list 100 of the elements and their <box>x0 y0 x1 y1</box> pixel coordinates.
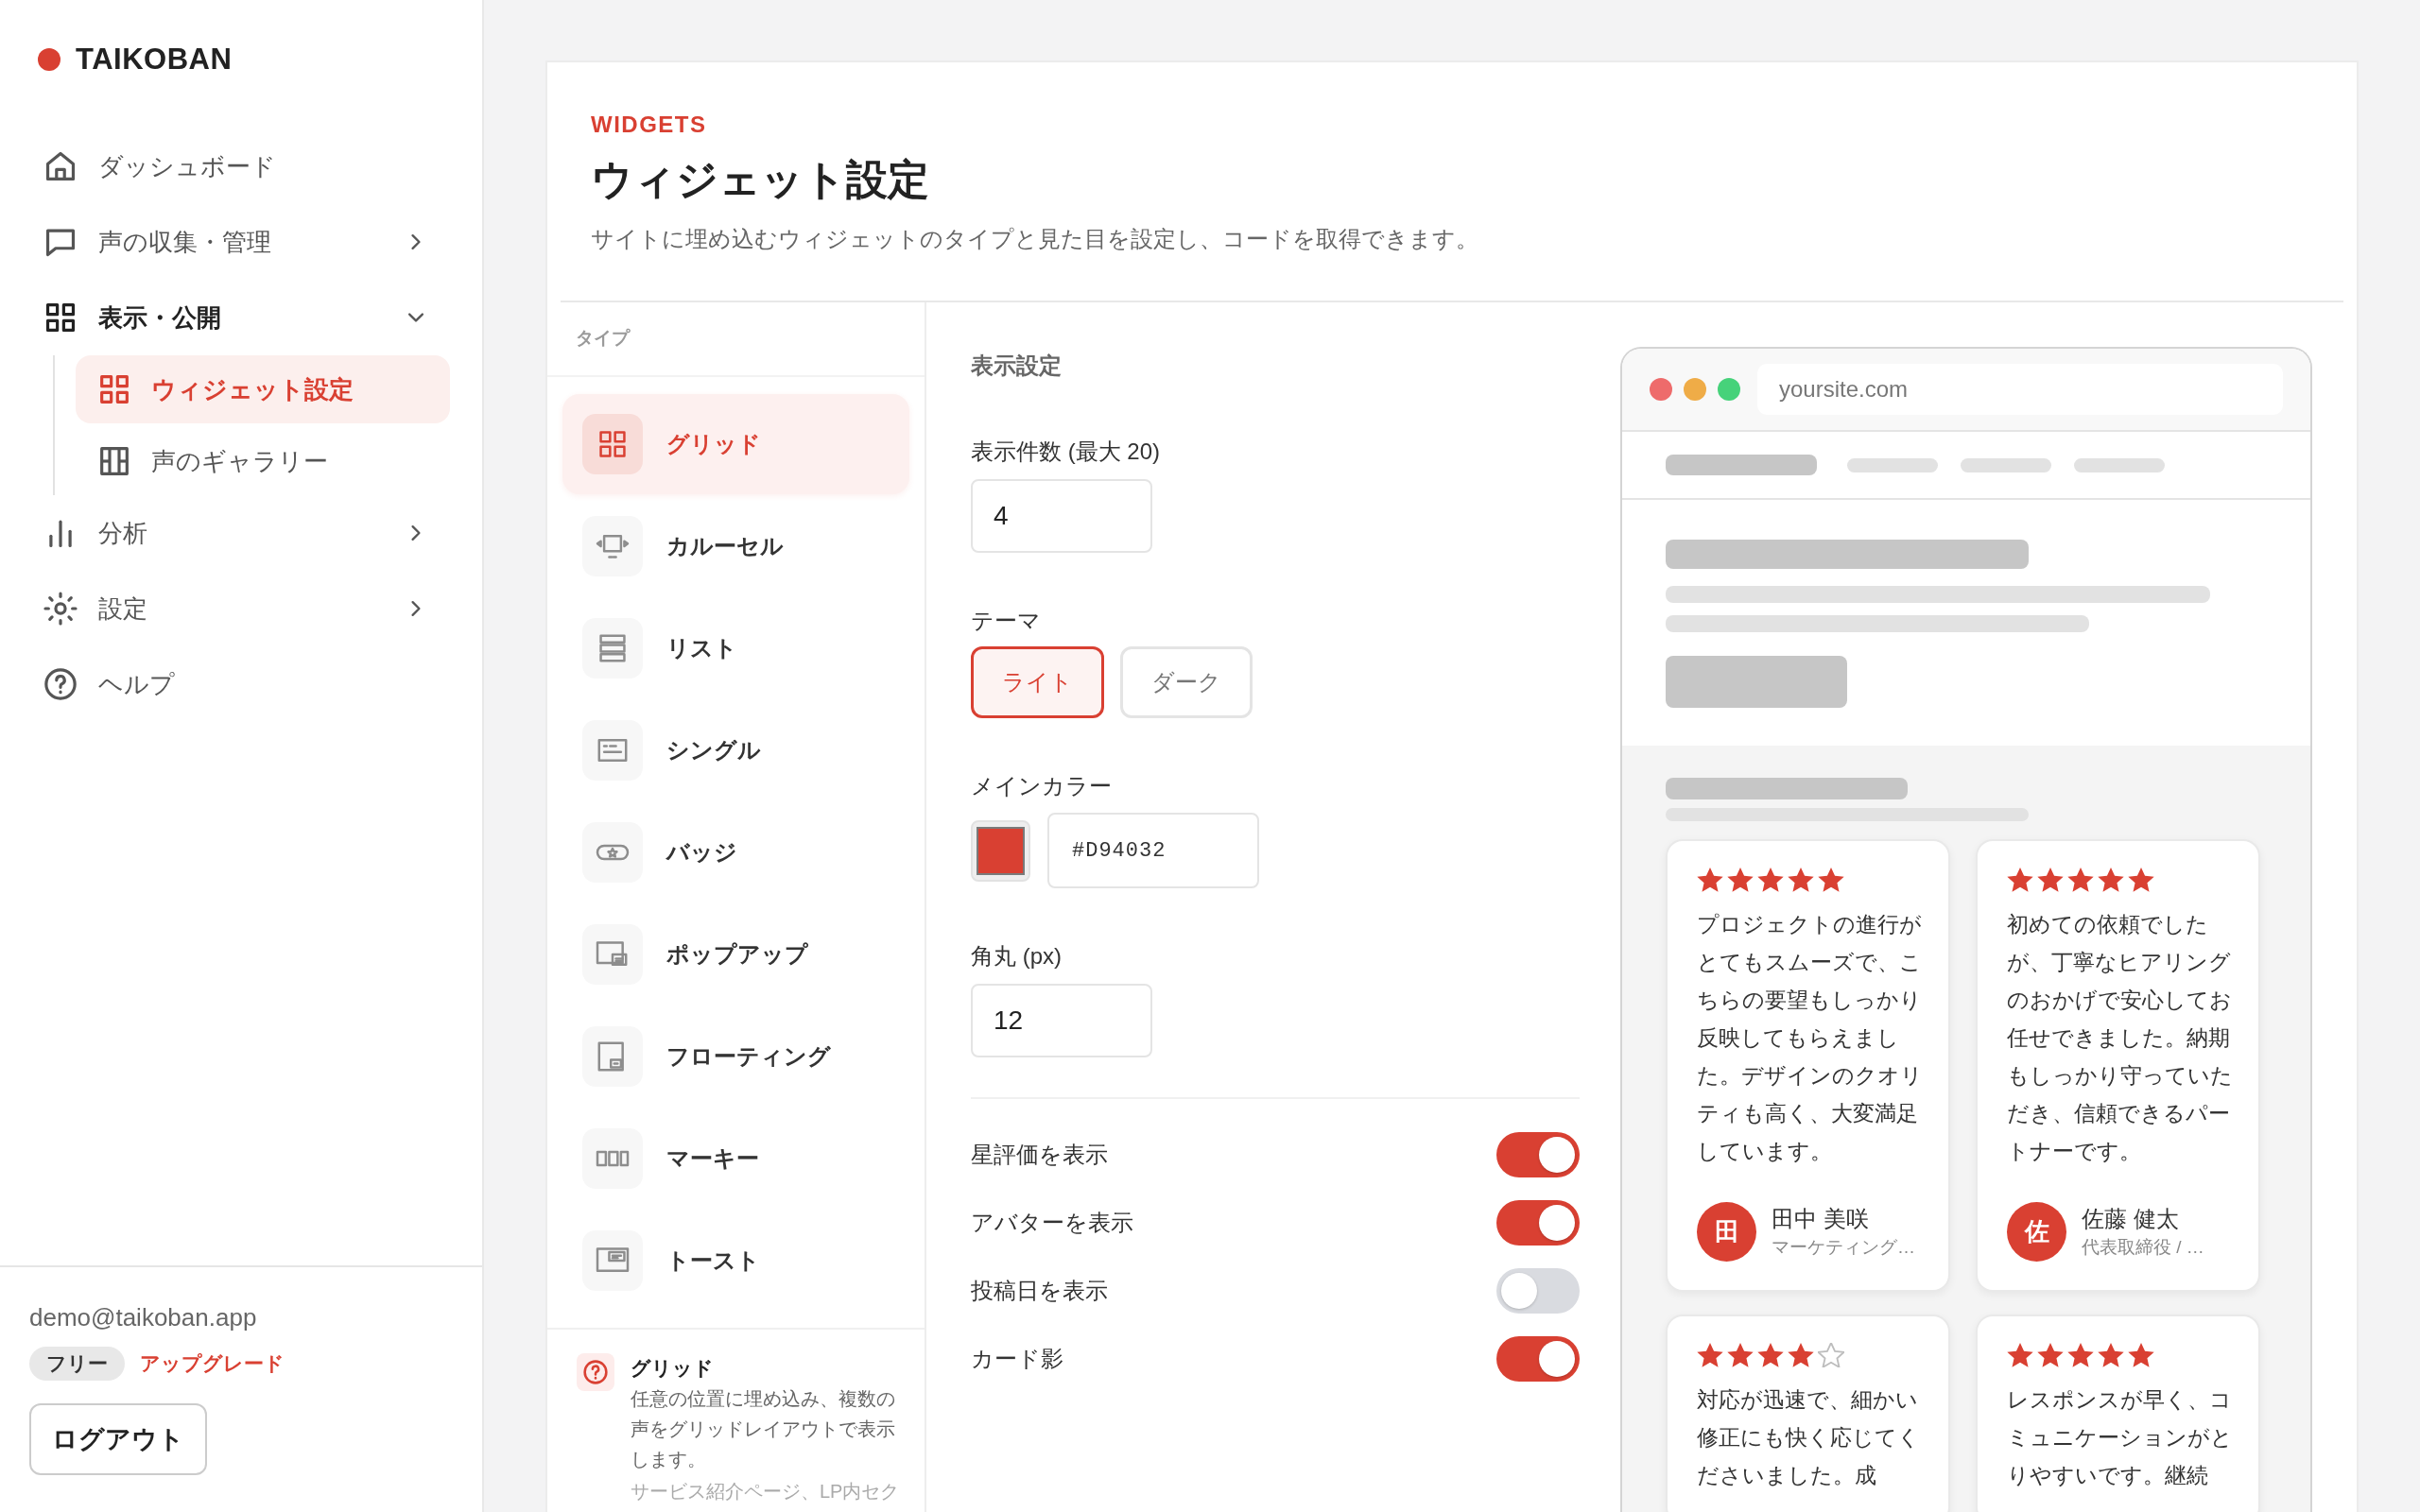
address-bar[interactable]: yoursite.com <box>1757 364 2283 415</box>
star-icon <box>2007 1343 2033 1367</box>
window-box-icon <box>582 1230 643 1291</box>
logout-button[interactable]: ログアウト <box>29 1403 207 1475</box>
window-dot-icon <box>1650 378 1672 401</box>
nav-item[interactable]: 声の収集・管理 <box>30 204 450 280</box>
section-eyebrow: WIDGETS <box>591 111 708 139</box>
star-icon <box>1788 1343 1814 1367</box>
popup-window-icon <box>582 924 643 985</box>
type-option[interactable]: ポップアップ <box>562 904 909 1005</box>
plan-badge: フリー <box>29 1347 125 1381</box>
list-icon <box>582 618 643 679</box>
grid-icon <box>582 414 643 474</box>
hex-color-input[interactable]: #D94032 <box>1047 813 1259 888</box>
type-option[interactable]: シングル <box>562 700 909 800</box>
type-option[interactable]: フローティング <box>562 1006 909 1107</box>
review-text: レスポンスが早く、コミュニケーションがとりやすいです。継続 <box>2007 1386 2234 1489</box>
floating-box-icon <box>582 1026 643 1087</box>
review-text: 初めての依頼でしたが、丁寧なヒアリングのおかげで安心してお任せできました。納期もしっかり守っていただき、信頼できるパートナーです。 <box>2007 911 2234 1165</box>
nav-item[interactable]: ヘルプ <box>30 646 450 722</box>
nav-item[interactable]: 設定 <box>30 571 450 646</box>
nav-item[interactable]: 表示・公開 <box>30 280 450 355</box>
count-input[interactable]: 4 <box>971 479 1152 553</box>
reviewer-name: 田中 美咲 <box>1772 1204 1870 1233</box>
page-subtitle: サイトに埋め込むウィジェットのタイプと見た目を設定し、コードを取得できます。 <box>591 225 1479 253</box>
toggle-switch[interactable] <box>1496 1336 1580 1382</box>
brand-name[interactable]: TAIKOBAN <box>76 38 233 81</box>
carousel-icon <box>582 516 643 576</box>
review-text: プロジェクトの進行がとてもスムーズで、こちらの要望もしっかり反映してもらえました。デザインのクオリティも高く、大変満足しています。 <box>1697 911 1924 1165</box>
type-option[interactable]: バッジ <box>562 802 909 902</box>
help-icon <box>577 1353 614 1391</box>
radius-input[interactable]: 12 <box>971 984 1152 1057</box>
avatar: 田 <box>1697 1202 1756 1262</box>
toggle-label: 投稿日を表示 <box>971 1277 1108 1305</box>
logo-dot-icon <box>38 48 60 71</box>
card-icon <box>582 720 643 781</box>
field-label: 角丸 (px) <box>971 942 1063 971</box>
toggle-switch[interactable] <box>1496 1200 1580 1246</box>
star-icon <box>2037 868 2064 892</box>
settings-icon <box>45 593 76 624</box>
star-icon <box>1788 868 1814 892</box>
reviewer-role: 代表取締役 / … <box>2082 1235 2204 1259</box>
star-icon <box>2067 1343 2094 1367</box>
info-description: 任意の位置に埋め込み、複数の声をグリッドレイアウトで表示します。 <box>631 1387 896 1471</box>
color-swatch-icon[interactable] <box>971 819 1030 882</box>
star-icon <box>2128 868 2154 892</box>
toggle-switch[interactable] <box>1496 1268 1580 1314</box>
star-badge-icon <box>582 822 643 883</box>
field-label: テーマ <box>971 607 1042 635</box>
type-option[interactable]: リスト <box>562 598 909 698</box>
chat-bubble-icon <box>45 227 76 257</box>
grid-frame-icon <box>100 447 129 475</box>
nav-subitem[interactable]: 声のギャラリー <box>76 427 450 495</box>
home-icon <box>45 151 76 181</box>
empty-star-icon <box>1818 1343 1844 1367</box>
star-icon <box>2098 1343 2124 1367</box>
toggle-label: アバターを表示 <box>971 1209 1133 1237</box>
theme-option[interactable]: ライト <box>971 646 1104 718</box>
upgrade-link[interactable]: アップグレード <box>140 1350 285 1377</box>
boxes-row-icon <box>582 1128 643 1189</box>
page-title: ウィジェット設定 <box>591 155 930 204</box>
star-icon <box>2067 868 2094 892</box>
avatar: 佐 <box>2007 1202 2066 1262</box>
star-icon <box>1757 1343 1784 1367</box>
section-heading: 表示設定 <box>971 352 1063 380</box>
review-text: 対応が迅速で、細かい修正にも快く応じてくださいました。成 <box>1697 1386 1921 1489</box>
nav-subitem[interactable]: ウィジェット設定 <box>76 355 450 423</box>
star-icon <box>1697 1343 1723 1367</box>
reviewer-name: 佐藤 健太 <box>2082 1204 2180 1233</box>
star-icon <box>2007 868 2033 892</box>
star-icon <box>1727 868 1754 892</box>
star-icon <box>2098 868 2124 892</box>
toggle-label: カード影 <box>971 1345 1063 1373</box>
star-icon <box>2037 1343 2064 1367</box>
window-dot-icon <box>1718 378 1740 401</box>
account-email: demo@taikoban.app <box>29 1302 258 1333</box>
star-icon <box>1757 868 1784 892</box>
theme-option[interactable]: ダーク <box>1120 646 1253 718</box>
info-title: グリッド <box>631 1356 715 1381</box>
reviewer-role: マーケティング… <box>1772 1235 1915 1259</box>
field-label: メインカラー <box>971 772 1113 800</box>
column-heading: タイプ <box>576 328 630 348</box>
star-icon <box>1697 868 1723 892</box>
grid-icon <box>100 375 129 404</box>
info-note: サービス紹介ページ、LP内セク <box>631 1480 901 1503</box>
type-option[interactable]: カルーセル <box>562 496 909 596</box>
star-icon <box>1727 1343 1754 1367</box>
help-icon <box>45 669 76 699</box>
type-option[interactable]: グリッド <box>562 394 909 494</box>
toggle-label: 星評価を表示 <box>971 1141 1108 1169</box>
nav-item[interactable]: ダッシュボード <box>30 129 450 204</box>
window-dot-icon <box>1684 378 1706 401</box>
toggle-switch[interactable] <box>1496 1132 1580 1177</box>
type-option[interactable]: トースト <box>562 1211 909 1311</box>
star-icon <box>1818 868 1844 892</box>
star-icon <box>2128 1343 2154 1367</box>
type-option[interactable]: マーキー <box>562 1108 909 1209</box>
nav-item[interactable]: 分析 <box>30 495 450 571</box>
grid-icon <box>45 302 76 333</box>
field-label: 表示件数 (最大 20) <box>971 438 1161 466</box>
